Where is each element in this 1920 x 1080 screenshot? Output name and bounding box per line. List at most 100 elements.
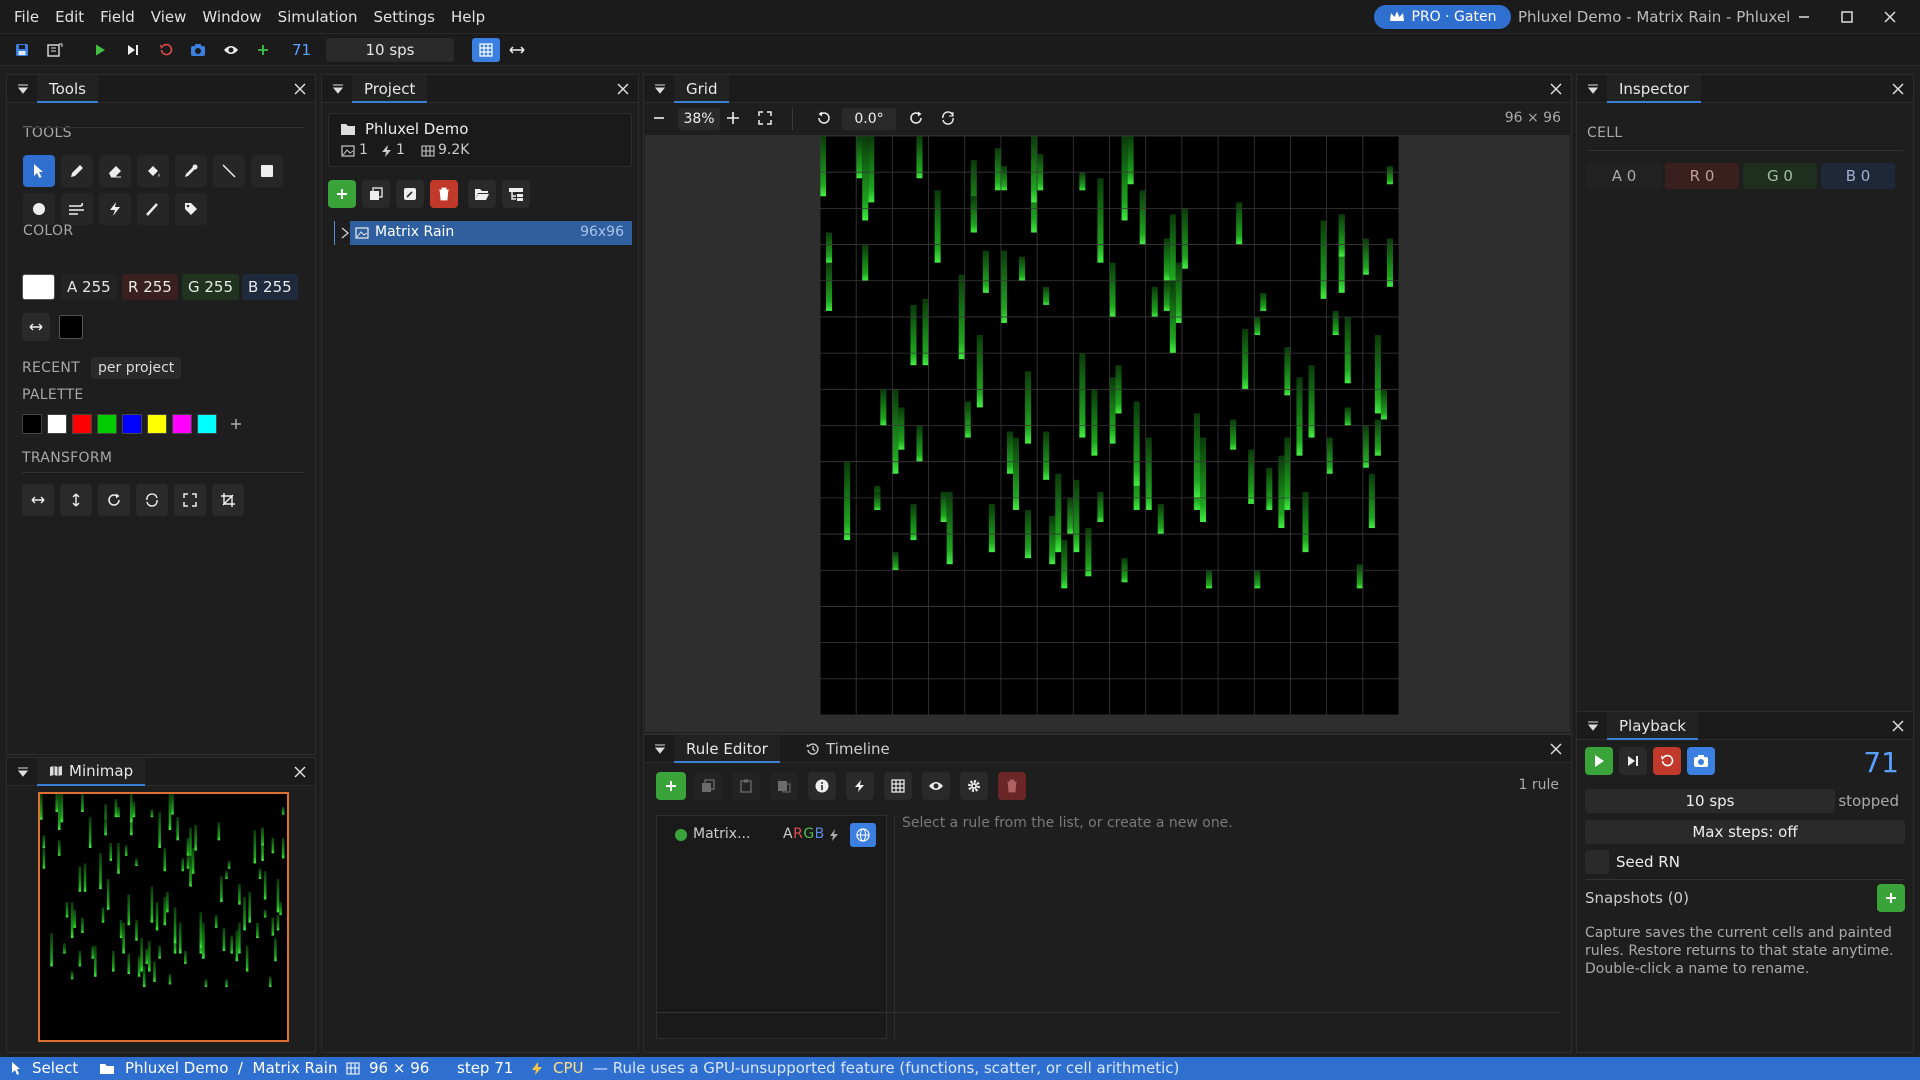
tab-inspector[interactable]: Inspector <box>1607 75 1701 103</box>
collapse-icon[interactable] <box>654 744 666 754</box>
recent-scope-chip[interactable]: per project <box>91 357 182 379</box>
collapse-icon[interactable] <box>1587 84 1599 94</box>
zoom-in-button[interactable] <box>726 111 740 125</box>
secondary-color-swatch[interactable] <box>59 315 83 339</box>
snapshot-button[interactable] <box>1687 747 1715 775</box>
palette-swatch[interactable] <box>47 414 67 434</box>
menu-edit[interactable]: Edit <box>47 0 92 34</box>
rectangle-tool[interactable] <box>251 155 283 187</box>
zoom-field[interactable]: 38% <box>678 108 720 130</box>
collapse-icon[interactable] <box>332 84 344 94</box>
close-window-button[interactable] <box>1870 0 1910 34</box>
palette-swatch[interactable] <box>122 414 142 434</box>
close-icon[interactable] <box>293 82 307 96</box>
tag-tool[interactable] <box>175 193 207 225</box>
duplicate-button[interactable] <box>362 180 390 208</box>
tab-project[interactable]: Project <box>352 75 428 103</box>
fit-button[interactable] <box>174 484 206 516</box>
rule-info-button[interactable] <box>808 772 836 800</box>
tree-item-matrix-rain[interactable]: Matrix Rain 96x96 <box>350 221 632 245</box>
rule-list-item[interactable]: Matrix... ARGB <box>657 818 886 852</box>
close-icon[interactable] <box>1549 82 1563 96</box>
menu-window[interactable]: Window <box>194 0 269 34</box>
delete-button[interactable] <box>430 180 458 208</box>
close-icon[interactable] <box>1891 719 1905 733</box>
palette-swatch[interactable] <box>197 414 217 434</box>
brush-tool[interactable] <box>61 193 93 225</box>
select-tool[interactable] <box>23 155 55 187</box>
grid-canvas[interactable] <box>820 136 1399 715</box>
palette-swatch[interactable] <box>22 414 42 434</box>
tab-playback[interactable]: Playback <box>1607 712 1698 740</box>
tab-tools[interactable]: Tools <box>37 75 98 103</box>
chevron-right-icon[interactable] <box>340 227 350 239</box>
delete-rule-button[interactable] <box>998 772 1026 800</box>
save-as-button[interactable] <box>44 39 66 61</box>
max-steps-button[interactable]: Max steps: off <box>1585 820 1905 844</box>
red-channel[interactable]: R 255 <box>122 274 178 300</box>
flip-horizontal-button[interactable] <box>22 484 54 516</box>
menu-help[interactable]: Help <box>443 0 493 34</box>
add-snapshot-button[interactable] <box>1877 884 1905 912</box>
tree-view-button[interactable] <box>502 180 530 208</box>
collapse-icon[interactable] <box>1587 721 1599 731</box>
eyedropper-tool[interactable] <box>175 155 207 187</box>
line-tool[interactable] <box>213 155 245 187</box>
copy-rule-button[interactable] <box>732 772 760 800</box>
reset-button[interactable] <box>1653 747 1681 775</box>
status-breadcrumb[interactable]: Phluxel Demo / Matrix Rain <box>125 1057 337 1080</box>
add-palette-color-button[interactable] <box>226 414 246 434</box>
alpha-channel[interactable]: A 255 <box>61 274 117 300</box>
grid-viewport[interactable] <box>645 135 1570 732</box>
visibility-button[interactable] <box>220 39 242 61</box>
step-button[interactable] <box>122 39 144 61</box>
green-channel[interactable]: G 255 <box>182 274 240 300</box>
minimize-button[interactable] <box>1784 0 1824 34</box>
reset-rotation-button[interactable] <box>941 111 955 125</box>
ellipse-tool[interactable] <box>23 193 55 225</box>
add-rule-button[interactable] <box>656 772 686 800</box>
menu-field[interactable]: Field <box>92 0 143 34</box>
tab-minimap[interactable]: Minimap <box>37 758 146 786</box>
collapse-icon[interactable] <box>654 84 666 94</box>
maximize-button[interactable] <box>1827 0 1867 34</box>
crop-button[interactable] <box>212 484 244 516</box>
duplicate-rule-button[interactable] <box>694 772 722 800</box>
step-button[interactable] <box>1619 747 1647 775</box>
zoom-out-button[interactable] <box>652 111 670 129</box>
open-folder-button[interactable] <box>468 180 496 208</box>
paste-rule-button[interactable] <box>770 772 798 800</box>
project-card[interactable]: Phluxel Demo 1 1 9.2K <box>328 113 632 167</box>
rotate-cw-button[interactable] <box>909 111 923 125</box>
rule-settings-button[interactable] <box>960 772 988 800</box>
play-button[interactable] <box>89 39 111 61</box>
primary-color-swatch[interactable] <box>22 274 55 300</box>
grid-lines-toggle[interactable] <box>472 38 500 62</box>
stroke-tool[interactable] <box>137 193 169 225</box>
menu-settings[interactable]: Settings <box>365 0 443 34</box>
rotate-180-button[interactable] <box>136 484 168 516</box>
close-icon[interactable] <box>1549 742 1563 756</box>
menu-file[interactable]: File <box>6 0 47 34</box>
menu-simulation[interactable]: Simulation <box>270 0 366 34</box>
close-icon[interactable] <box>616 82 630 96</box>
fit-view-button[interactable] <box>758 111 772 125</box>
toolbar-sps-field[interactable]: 10 sps <box>326 38 454 62</box>
wrap-toggle[interactable] <box>506 39 528 61</box>
tab-grid[interactable]: Grid <box>674 75 730 103</box>
new-field-button[interactable] <box>328 180 356 208</box>
pro-badge[interactable]: PRO · Gaten <box>1374 5 1511 29</box>
tab-rule-editor[interactable]: Rule Editor <box>674 735 780 763</box>
reset-button[interactable] <box>155 39 177 61</box>
rule-trigger-button[interactable] <box>846 772 874 800</box>
collapse-icon[interactable] <box>17 767 29 777</box>
fill-tool[interactable] <box>137 155 169 187</box>
snapshot-button[interactable] <box>187 39 209 61</box>
rule-grid-button[interactable] <box>884 772 912 800</box>
rotation-field[interactable]: 0.0° <box>842 108 896 130</box>
flip-vertical-button[interactable] <box>60 484 92 516</box>
rotate-ccw-button[interactable] <box>817 111 831 125</box>
close-icon[interactable] <box>1891 82 1905 96</box>
playback-sps-field[interactable]: 10 sps <box>1585 789 1835 813</box>
minimap-view[interactable] <box>38 792 289 1042</box>
